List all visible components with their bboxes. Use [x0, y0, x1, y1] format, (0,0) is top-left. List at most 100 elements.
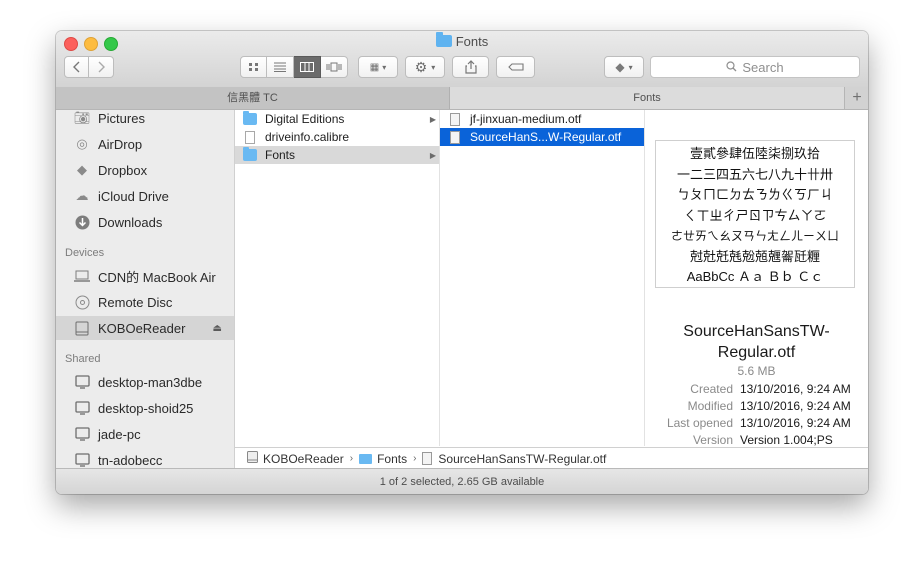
sidebar-item-macbook[interactable]: CDN的 MacBook Air: [56, 264, 234, 288]
monitor-icon: [73, 452, 91, 468]
preview-file-name: SourceHanSansTW- Regular.otf: [683, 323, 830, 361]
sidebar-item-airdrop[interactable]: ◎ AirDrop: [56, 132, 234, 156]
disclosure-arrow-icon: ▶: [429, 114, 436, 124]
monitor-icon: [73, 374, 91, 390]
chevron-down-icon: ▾: [628, 62, 633, 72]
font-file-icon: [422, 452, 433, 465]
columns-icon: [300, 62, 314, 72]
column-2: jf-jinxuan-medium.otf SourceHanS...W-Reg…: [440, 110, 645, 446]
download-icon: [73, 214, 91, 230]
search-field[interactable]: Search: [650, 56, 860, 78]
list-item-digital-editions[interactable]: Digital Editions ▶: [235, 110, 439, 128]
arrange-button[interactable]: ▦ ▾: [358, 56, 398, 78]
action-button[interactable]: ⚙ ▾: [405, 56, 445, 78]
tab-hei-tc[interactable]: 信黑體 TC: [56, 87, 450, 109]
glyph-line: ㄑㄒㄓㄔㄕㄖㄗㄘㄙㄚㄛ: [683, 207, 827, 223]
laptop-icon: [73, 268, 91, 284]
monitor-icon: [73, 426, 91, 442]
plus-icon: +: [852, 89, 862, 106]
folder-icon: [243, 147, 257, 161]
sidebar-item-downloads[interactable]: Downloads: [56, 210, 234, 234]
folder-icon: [243, 111, 257, 125]
dropbox-button[interactable]: ◆ ▾: [604, 56, 644, 78]
gear-icon: ⚙: [414, 58, 428, 75]
font-glyph-preview: 壹貳參肆伍陸柒捌玖拾 一二三四五六七八九十卄卅 ㄅㄆㄇㄈㄉㄊㄋㄌㄍㄎㄏㄐ ㄑㄒㄓ…: [655, 140, 855, 288]
search-icon: [726, 60, 737, 75]
glyph-line: 壹貳參肆伍陸柒捌玖拾: [689, 146, 820, 161]
list-icon: [274, 62, 286, 72]
list-item-driveinfo[interactable]: driveinfo.calibre: [235, 128, 439, 146]
titlebar: Fonts ▦ ▾ ⚙ ▾ ◆ ▾ Search: [56, 31, 868, 88]
path-segment-fonts[interactable]: Fonts: [377, 452, 407, 466]
column-1: Digital Editions ▶ driveinfo.calibre Font…: [235, 110, 440, 446]
tab-fonts[interactable]: Fonts: [450, 87, 844, 109]
monitor-icon: [73, 400, 91, 416]
drive-icon: [73, 320, 91, 336]
tab-bar: 信黑體 TC Fonts +: [56, 87, 868, 110]
tag-icon: [507, 63, 524, 71]
shared-header: Shared: [65, 353, 101, 365]
icon-view-button[interactable]: [240, 56, 267, 78]
sidebar: 📷︎ Pictures ◎ AirDrop ◆ Dropbox ☁ iCloud Dri…: [56, 110, 235, 468]
grid-icon: [248, 63, 258, 71]
chevron-left-icon: [72, 61, 79, 73]
folder-icon: [435, 32, 452, 47]
disc-icon: [73, 294, 91, 310]
glyph-line: 尅兙兛兞兝兡兣嗧瓩糎: [689, 248, 820, 264]
sidebar-item-dropbox[interactable]: ◆ Dropbox: [56, 158, 234, 182]
forward-button[interactable]: [89, 56, 114, 78]
list-item-sourcehansans[interactable]: SourceHanS...W-Regular.otf: [440, 128, 644, 146]
devices-header: Devices: [65, 247, 105, 259]
sidebar-item-icloud-drive[interactable]: ☁ iCloud Drive: [56, 184, 234, 208]
cloud-icon: ☁: [75, 188, 89, 203]
preview-pane: 壹貳參肆伍陸柒捌玖拾 一二三四五六七八九十卄卅 ㄅㄆㄇㄈㄉㄊㄋㄌㄍㄎㄏㄐ ㄑㄒㄓ…: [645, 110, 868, 447]
search-placeholder: Search: [742, 59, 784, 75]
camera-icon: 📷︎: [73, 110, 91, 125]
disclosure-arrow-icon: ▶: [429, 150, 436, 160]
glyph-line: ㄅㄆㄇㄈㄉㄊㄋㄌㄍㄎㄏㄐ: [676, 187, 833, 202]
glyph-line: 一二三四五六七八九十卄卅: [676, 166, 833, 182]
meta-last-opened: Last opened 13/10/2016, 9:24 AM: [666, 416, 851, 430]
meta-created: Created 13/10/2016, 9:24 AM: [690, 382, 851, 396]
sidebar-item-desktop-man3dbe[interactable]: desktop-man3dbe: [56, 370, 234, 394]
glyph-line: AaBbCc Ａａ Ｂｂ Ｃｃ: [686, 269, 824, 284]
chevron-down-icon: ▾: [382, 62, 387, 72]
airdrop-icon: ◎: [76, 136, 88, 151]
sidebar-item-tn-adobecc[interactable]: tn-adobecc: [56, 448, 234, 468]
share-icon: [464, 60, 477, 74]
chevron-right-icon: [98, 61, 105, 73]
dropbox-icon: ◆: [77, 162, 87, 177]
folder-icon: [359, 453, 373, 464]
drive-icon: [247, 451, 258, 466]
new-tab-button[interactable]: +: [844, 87, 868, 109]
status-bar: 1 of 2 selected, 2.65 GB available: [56, 468, 868, 494]
cover-flow-button[interactable]: [321, 56, 348, 78]
glyph-line: ㄜㄝㄞㄟㄠㄡㄢㄣㄤㄥㄦㄧㄨㄩ: [670, 229, 839, 243]
back-button[interactable]: [64, 56, 89, 78]
preview-file-size: 5.6 MB: [737, 364, 776, 378]
window-title: Fonts: [56, 32, 868, 49]
list-view-button[interactable]: [267, 56, 294, 78]
tags-button[interactable]: [496, 56, 535, 78]
eject-icon[interactable]: ⏏: [213, 323, 222, 334]
sidebar-item-remote-disc[interactable]: Remote Disc: [56, 290, 234, 314]
list-item-fonts[interactable]: Fonts ▶: [235, 146, 439, 164]
path-bar: KOBOeReader › Fonts › SourceHanSansTW-Re…: [235, 447, 868, 469]
path-segment-file[interactable]: SourceHanSansTW-Regular.otf: [438, 452, 606, 466]
sidebar-item-koboereader[interactable]: KOBOeReader ⏏: [56, 316, 234, 340]
share-button[interactable]: [452, 56, 489, 78]
arrange-grid-icon: ▦: [369, 61, 380, 73]
sidebar-item-desktop-shoid25[interactable]: desktop-shoid25: [56, 396, 234, 420]
document-icon: [245, 130, 255, 144]
sidebar-item-jade-pc[interactable]: jade-pc: [56, 422, 234, 446]
view-mode-control: [240, 56, 348, 78]
sidebar-item-pictures[interactable]: 📷︎ Pictures: [56, 110, 234, 130]
cover-flow-icon: [326, 62, 342, 72]
list-item-jf-jinxuan[interactable]: jf-jinxuan-medium.otf: [440, 110, 644, 128]
path-segment-koboereader[interactable]: KOBOeReader: [263, 452, 344, 466]
dropbox-icon: ◆: [615, 60, 625, 74]
path-separator-icon: ›: [349, 453, 354, 464]
font-file-icon: [450, 130, 460, 144]
font-file-icon: [450, 112, 460, 126]
column-view-button[interactable]: [294, 56, 321, 78]
